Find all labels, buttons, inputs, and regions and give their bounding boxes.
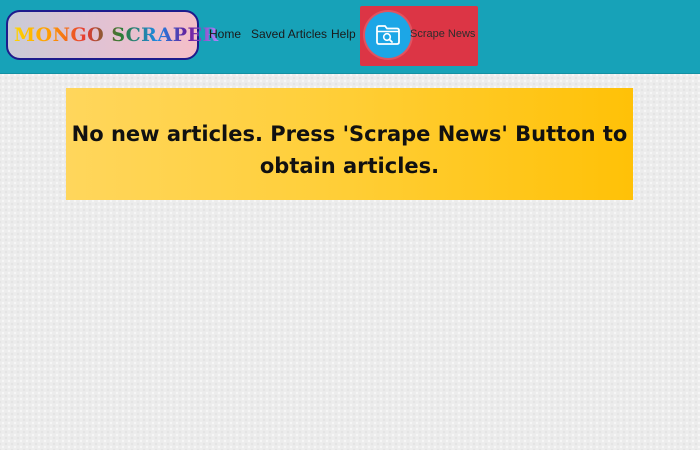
nav-link-saved-articles[interactable]: Saved Articles — [251, 27, 327, 41]
top-navbar: MONGO SCRAPER Home Saved Articles Help S… — [0, 0, 700, 74]
scrape-news-label[interactable]: Scrape News — [410, 28, 475, 40]
scrape-news-button[interactable]: Scrape News — [360, 6, 478, 66]
folder-search-icon[interactable] — [365, 12, 411, 58]
alert-message: No new articles. Press 'Scrape News' But… — [71, 122, 628, 178]
nav-link-help[interactable]: Help — [331, 27, 356, 41]
no-articles-alert: No new articles. Press 'Scrape News' But… — [66, 88, 633, 200]
brand-title[interactable]: MONGO SCRAPER — [14, 24, 219, 46]
brand-logo[interactable]: MONGO SCRAPER — [6, 10, 218, 60]
nav-link-home[interactable]: Home — [209, 27, 241, 41]
